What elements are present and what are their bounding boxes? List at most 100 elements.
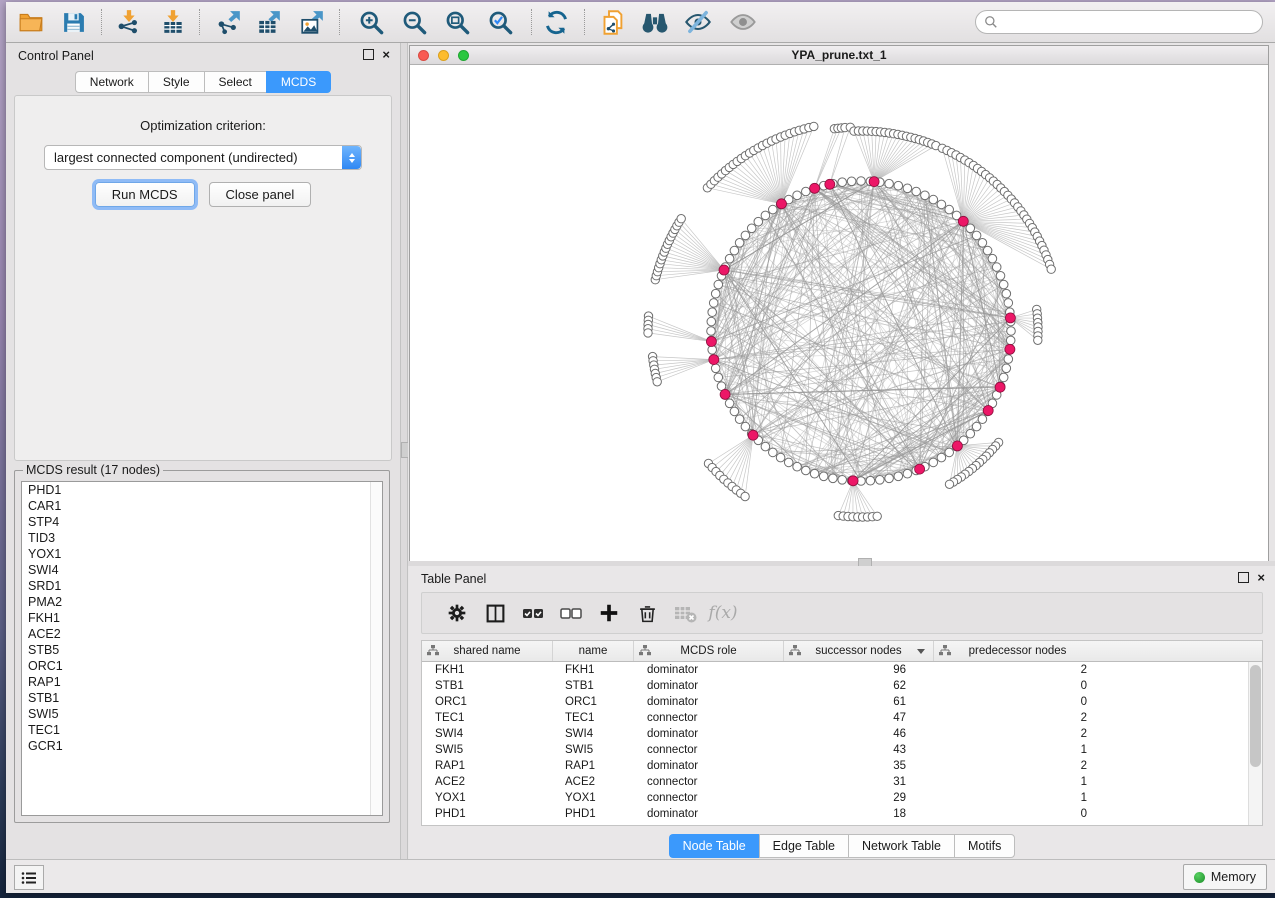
mcds-result-item[interactable]: TEC1 xyxy=(22,722,382,738)
mcds-result-item[interactable]: RAP1 xyxy=(22,674,382,690)
mcds-result-title: MCDS result (17 nodes) xyxy=(23,463,163,477)
vertical-splitter[interactable] xyxy=(400,43,408,860)
attributes-gear-icon[interactable] xyxy=(438,596,476,630)
select-stepper-icon xyxy=(342,146,361,169)
search-box[interactable] xyxy=(975,10,1263,34)
mcds-result-item[interactable]: YOX1 xyxy=(22,546,382,562)
table-row[interactable]: RAP1RAP1dominator352 xyxy=(422,758,1249,774)
close-panel-button[interactable]: Close panel xyxy=(209,182,312,207)
optimization-criterion-label: Optimization criterion: xyxy=(15,118,391,133)
zoom-selected-icon[interactable] xyxy=(483,7,517,37)
table-row[interactable]: STB1STB1dominator620 xyxy=(422,678,1249,694)
table-panel: Table Panel × xyxy=(409,566,1275,860)
save-session-icon[interactable] xyxy=(56,7,90,37)
table-row[interactable]: ACE2ACE2connector311 xyxy=(422,774,1249,790)
tab-network-table[interactable]: Network Table xyxy=(848,834,954,858)
deselect-all-icon[interactable] xyxy=(552,596,590,630)
task-history-button[interactable] xyxy=(14,865,44,890)
close-panel-icon[interactable]: × xyxy=(382,50,390,59)
network-view[interactable] xyxy=(410,65,1268,561)
table-row[interactable]: PHD1PHD1dominator180 xyxy=(422,806,1249,822)
table-row[interactable]: YOX1YOX1connector291 xyxy=(422,790,1249,806)
right-column: YPA_prune.txt_1 Table Panel × xyxy=(408,43,1275,860)
result-list-scrollbar[interactable] xyxy=(370,482,382,815)
mcds-subpanel: Optimization criterion: largest connecte… xyxy=(14,95,392,461)
hide-selected-icon[interactable] xyxy=(681,7,715,37)
column-header-predecessor-nodes[interactable]: predecessor nodes xyxy=(934,641,1101,661)
list-icon xyxy=(21,871,37,885)
memory-button[interactable]: Memory xyxy=(1183,864,1267,890)
mcds-result-item[interactable]: TID3 xyxy=(22,530,382,546)
function-builder-icon[interactable]: f(x) xyxy=(704,596,742,630)
table-row[interactable]: SWI5SWI5connector431 xyxy=(422,742,1249,758)
mcds-result-item[interactable]: SWI4 xyxy=(22,562,382,578)
mcds-result-item[interactable]: CAR1 xyxy=(22,498,382,514)
mcds-result-list: PHD1CAR1STP4TID3YOX1SWI4SRD1PMA2FKH1ACE2… xyxy=(21,481,383,816)
tree-icon xyxy=(939,645,951,657)
memory-label: Memory xyxy=(1211,870,1256,884)
open-file-icon[interactable] xyxy=(14,7,48,37)
zoom-in-icon[interactable] xyxy=(354,7,388,37)
clone-network-icon[interactable] xyxy=(596,7,630,37)
close-table-panel-icon[interactable]: × xyxy=(1257,573,1265,582)
delete-column-icon[interactable] xyxy=(628,596,666,630)
mcds-result-item[interactable]: PMA2 xyxy=(22,594,382,610)
apply-layout-icon[interactable] xyxy=(539,7,573,37)
mcds-result-item[interactable]: ACE2 xyxy=(22,626,382,642)
create-column-icon[interactable] xyxy=(590,596,628,630)
mcds-result-item[interactable]: STP4 xyxy=(22,514,382,530)
mcds-result-item[interactable]: GCR1 xyxy=(22,738,382,754)
import-table-icon[interactable] xyxy=(156,7,190,37)
select-all-icon[interactable] xyxy=(514,596,552,630)
search-input[interactable] xyxy=(1003,14,1254,30)
run-mcds-button[interactable]: Run MCDS xyxy=(95,182,195,207)
close-window-icon[interactable] xyxy=(418,50,429,61)
maximize-window-icon[interactable] xyxy=(458,50,469,61)
minimize-window-icon[interactable] xyxy=(438,50,449,61)
table-row[interactable]: SWI4SWI4dominator462 xyxy=(422,726,1249,742)
show-all-icon[interactable] xyxy=(726,7,760,37)
mcds-result-item[interactable]: STB1 xyxy=(22,690,382,706)
delete-table-icon[interactable] xyxy=(666,596,704,630)
status-bar: Memory xyxy=(6,859,1275,893)
column-header-name[interactable]: name xyxy=(553,641,634,661)
tab-node-table[interactable]: Node Table xyxy=(669,834,759,858)
zoom-out-icon[interactable] xyxy=(397,7,431,37)
scrollbar-thumb[interactable] xyxy=(1250,665,1261,767)
tab-motifs[interactable]: Motifs xyxy=(954,834,1015,858)
import-network-icon[interactable] xyxy=(112,7,146,37)
mcds-result-item[interactable]: STB5 xyxy=(22,642,382,658)
table-tabs: Node Table Edge Table Network Table Moti… xyxy=(409,834,1275,858)
export-image-icon[interactable] xyxy=(295,7,329,37)
table-scrollbar[interactable] xyxy=(1248,662,1262,825)
table-toolbar: f(x) xyxy=(421,592,1263,634)
zoom-fit-icon[interactable] xyxy=(440,7,474,37)
mcds-result-item[interactable]: SWI5 xyxy=(22,706,382,722)
search-icon xyxy=(984,15,998,29)
table-row[interactable]: TEC1TEC1connector472 xyxy=(422,710,1249,726)
mcds-result-item[interactable]: SRD1 xyxy=(22,578,382,594)
table-row[interactable]: FKH1FKH1dominator962 xyxy=(422,662,1249,678)
tab-network[interactable]: Network xyxy=(75,71,148,93)
mcds-result-item[interactable]: ORC1 xyxy=(22,658,382,674)
export-network-icon[interactable] xyxy=(212,7,246,37)
table-row[interactable]: ORC1ORC1dominator610 xyxy=(422,694,1249,710)
tab-select[interactable]: Select xyxy=(204,71,266,93)
tab-style[interactable]: Style xyxy=(148,71,204,93)
float-table-panel-icon[interactable] xyxy=(1238,572,1249,583)
application-window: Control Panel × Network Style Select MCD… xyxy=(6,2,1275,893)
tab-edge-table[interactable]: Edge Table xyxy=(759,834,848,858)
float-panel-icon[interactable] xyxy=(363,49,374,60)
mcds-result-item[interactable]: PHD1 xyxy=(22,482,382,498)
column-header-shared-name[interactable]: shared name xyxy=(422,641,553,661)
column-header-mcds-role[interactable]: MCDS role xyxy=(634,641,784,661)
show-columns-icon[interactable] xyxy=(476,596,514,630)
network-window-titlebar[interactable]: YPA_prune.txt_1 xyxy=(410,46,1268,65)
export-table-icon[interactable] xyxy=(252,7,286,37)
optimization-criterion-select[interactable]: largest connected component (undirected) xyxy=(44,145,362,170)
table-body: FKH1FKH1dominator962STB1STB1dominator620… xyxy=(422,662,1249,825)
column-header-successor-nodes[interactable]: successor nodes xyxy=(784,641,934,661)
search-binoculars-icon[interactable] xyxy=(638,7,672,37)
mcds-result-item[interactable]: FKH1 xyxy=(22,610,382,626)
tab-mcds[interactable]: MCDS xyxy=(266,71,331,93)
